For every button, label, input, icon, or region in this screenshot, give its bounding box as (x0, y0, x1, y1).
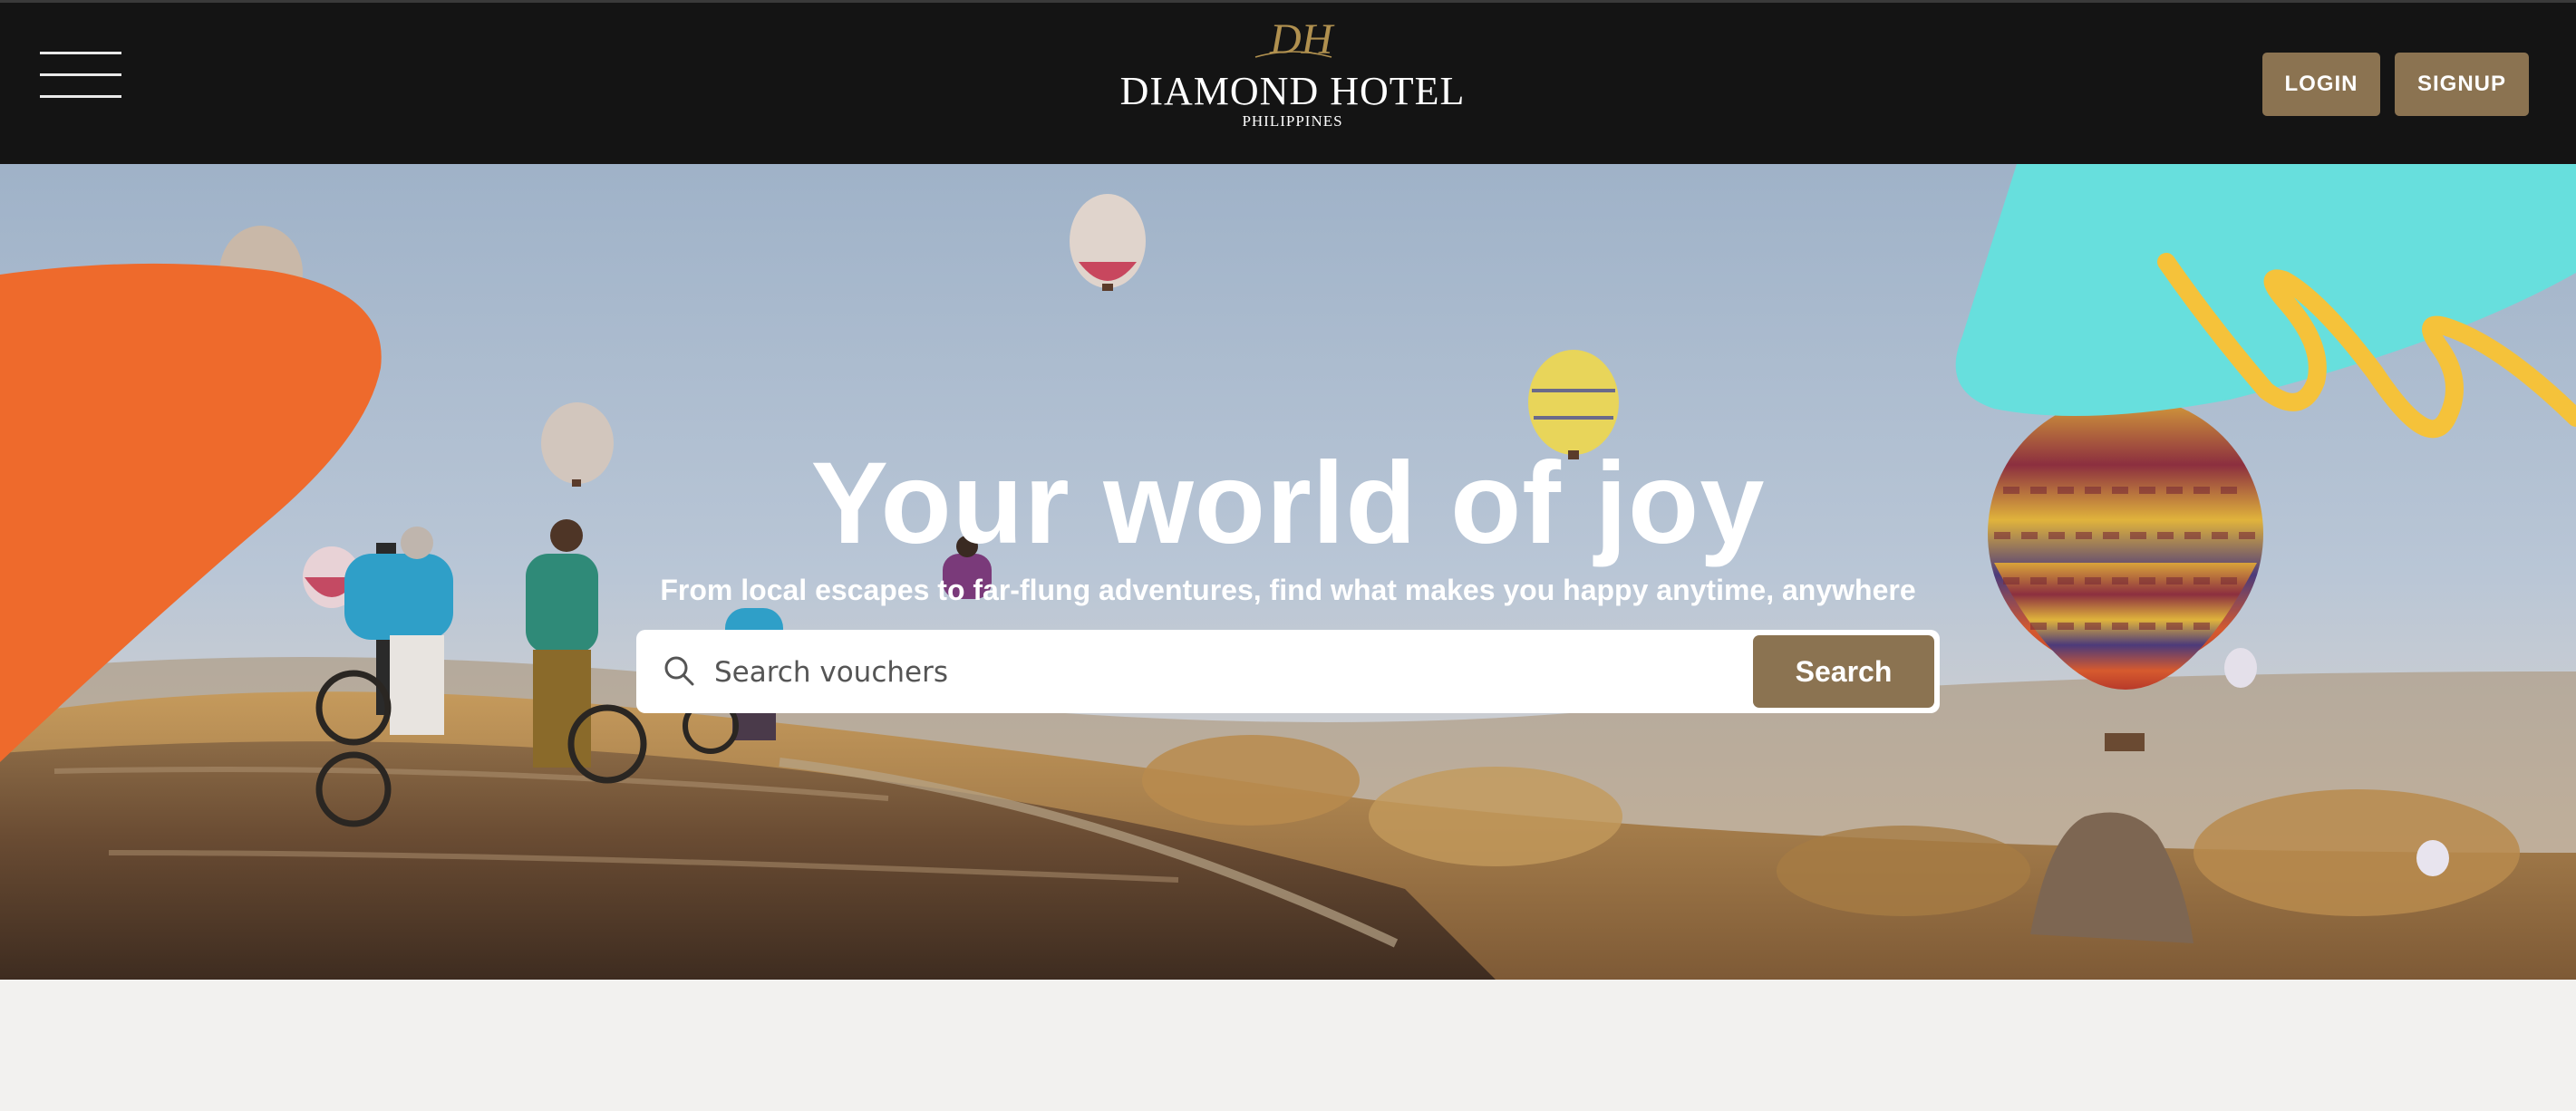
search-icon (664, 656, 694, 686)
balloon-tiny (2224, 648, 2257, 688)
search-button[interactable]: Search (1753, 635, 1934, 708)
voucher-search-bar: Search (636, 630, 1940, 713)
hero-subheadline: From local escapes to far-flung adventur… (660, 574, 1916, 606)
logo-monogram: DH (1269, 15, 1335, 63)
logo-name: DIAMOND HOTEL (1119, 69, 1466, 113)
hamburger-menu-icon[interactable] (40, 48, 121, 101)
login-button[interactable]: LOGIN (2262, 53, 2380, 116)
search-vouchers-input[interactable] (712, 642, 1622, 702)
hotel-logo[interactable]: DH DIAMOND HOTEL PHILIPPINES (1107, 12, 1478, 134)
logo-monogram-icon: DH (1254, 15, 1335, 63)
site-header: DH DIAMOND HOTEL PHILIPPINES LOGIN SIGNU… (0, 3, 2576, 164)
hero-headline: Your world of joy (810, 439, 1766, 568)
hero-banner: Your world of joy From local escapes to … (0, 164, 2576, 980)
balloon-tiny-2 (2416, 840, 2449, 876)
logo-subtitle: PHILIPPINES (1242, 112, 1343, 130)
signup-button[interactable]: SIGNUP (2395, 53, 2529, 116)
